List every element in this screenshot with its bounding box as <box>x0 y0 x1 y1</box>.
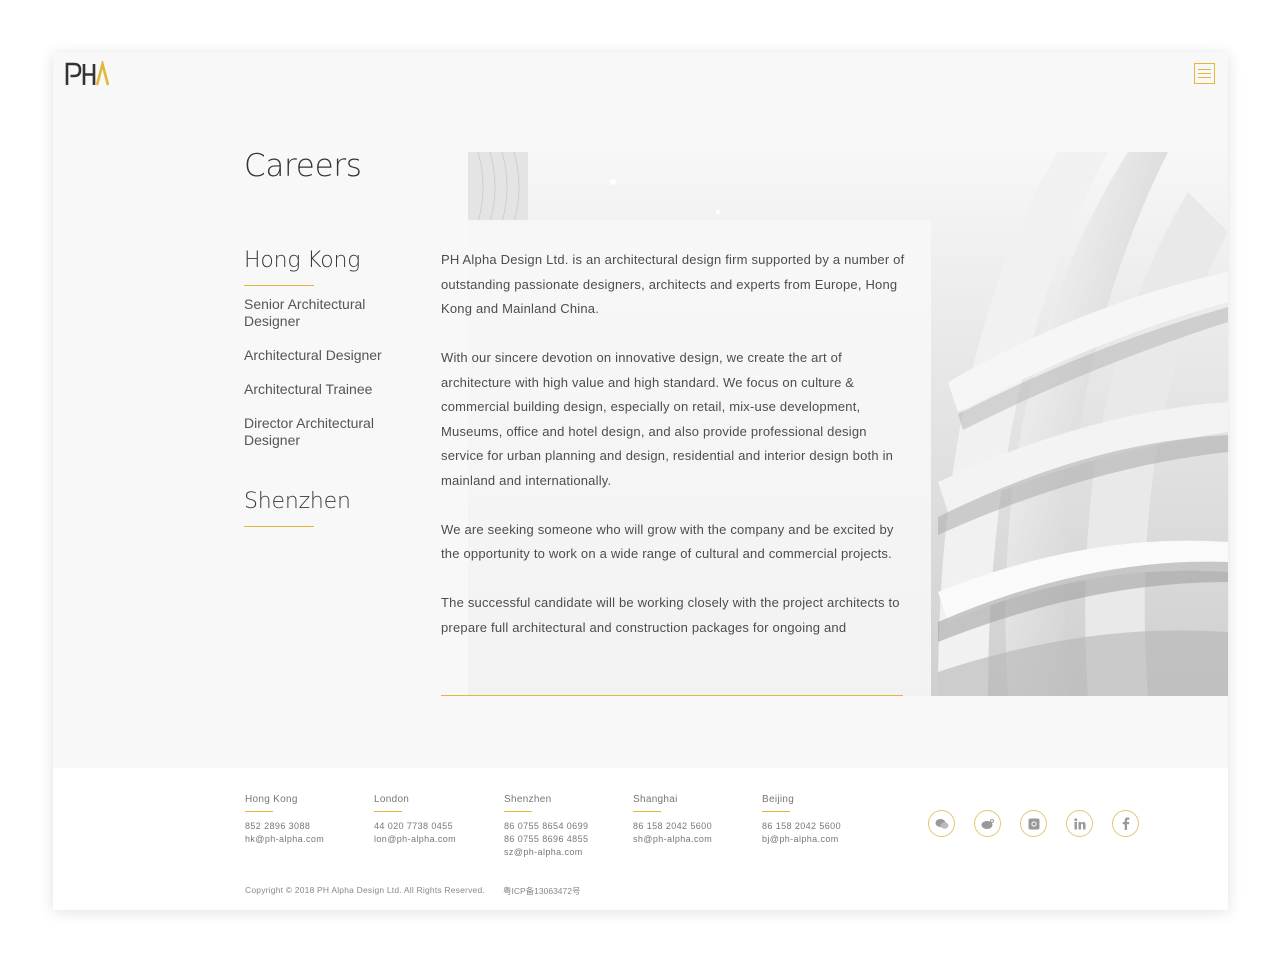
linkedin-icon[interactable] <box>1066 810 1093 837</box>
office-underline <box>245 811 273 812</box>
social-links <box>928 810 1139 837</box>
job-link-architectural-trainee[interactable]: Architectural Trainee <box>244 381 414 398</box>
office-phone: 86 158 2042 5600 <box>762 821 841 831</box>
city-underline <box>244 285 314 286</box>
office-underline <box>762 811 790 812</box>
facebook-icon[interactable] <box>1112 810 1139 837</box>
office-email[interactable]: hk@ph-alpha.com <box>245 833 365 846</box>
description-paragraph: We are seeking someone who will grow wit… <box>441 521 894 562</box>
office-phone: 86 0755 8696 4855 <box>504 834 589 844</box>
career-description-panel: PH Alpha Design Ltd. is an architectural… <box>415 220 931 696</box>
office-underline <box>374 811 402 812</box>
office-phone: 86 0755 8654 0699 <box>504 821 589 831</box>
office-name: London <box>374 794 410 805</box>
office-email[interactable]: sz@ph-alpha.com <box>504 846 624 859</box>
page-frame: Careers Hong Kong Senior Architectural D… <box>53 52 1228 910</box>
copyright-text: Copyright © 2018 PH Alpha Design Ltd. Al… <box>245 885 485 895</box>
city-section-shenzhen: Shenzhen <box>244 489 414 527</box>
job-link-senior-architectural-designer[interactable]: Senior Architectural Designer <box>244 296 414 330</box>
office-name: Hong Kong <box>245 794 298 805</box>
city-underline <box>244 526 314 527</box>
job-list: Senior Architectural Designer Architectu… <box>244 296 414 449</box>
office-email[interactable]: bj@ph-alpha.com <box>762 833 882 846</box>
office-shanghai: Shanghai 86 158 2042 5600 sh@ph-alpha.co… <box>633 794 753 846</box>
office-hong-kong: Hong Kong 852 2896 3088 hk@ph-alpha.com <box>245 794 365 846</box>
icp-license[interactable]: 粤ICP备13063472号 <box>503 885 581 897</box>
site-footer: Hong Kong 852 2896 3088 hk@ph-alpha.com … <box>53 768 1228 910</box>
office-london: London 44 020 7738 0455 lon@ph-alpha.com <box>374 794 494 846</box>
office-beijing: Beijing 86 158 2042 5600 bj@ph-alpha.com <box>762 794 882 846</box>
panel-divider <box>441 695 903 696</box>
page-title: Careers <box>244 148 362 184</box>
job-link-architectural-designer[interactable]: Architectural Designer <box>244 347 414 364</box>
office-shenzhen: Shenzhen 86 0755 8654 0699 86 0755 8696 … <box>504 794 624 859</box>
city-heading[interactable]: Hong Kong <box>244 248 414 273</box>
office-name: Shenzhen <box>504 794 552 805</box>
wechat-icon[interactable] <box>928 810 955 837</box>
description-paragraph: The successful candidate will be working… <box>441 595 900 635</box>
description-paragraph: With our sincere devotion on innovative … <box>441 350 894 488</box>
weibo-icon[interactable] <box>974 810 1001 837</box>
office-underline <box>504 811 532 812</box>
careers-sidebar: Hong Kong Senior Architectural Designer … <box>244 248 414 527</box>
office-underline <box>633 811 661 812</box>
hamburger-icon[interactable] <box>1194 63 1215 84</box>
office-phone: 86 158 2042 5600 <box>633 821 712 831</box>
office-phone: 852 2896 3088 <box>245 821 311 831</box>
pha-logo[interactable] <box>65 61 109 87</box>
office-name: Beijing <box>762 794 795 805</box>
logo-mark <box>65 61 109 86</box>
city-section-hong-kong: Hong Kong Senior Architectural Designer … <box>244 248 414 449</box>
city-heading[interactable]: Shenzhen <box>244 489 414 514</box>
office-phone: 44 020 7738 0455 <box>374 821 453 831</box>
job-link-director-architectural-designer[interactable]: Director Architectural Designer <box>244 415 414 449</box>
office-name: Shanghai <box>633 794 678 805</box>
description-paragraph: PH Alpha Design Ltd. is an architectural… <box>441 252 905 316</box>
office-email[interactable]: lon@ph-alpha.com <box>374 833 494 846</box>
office-email[interactable]: sh@ph-alpha.com <box>633 833 753 846</box>
instagram-icon[interactable] <box>1020 810 1047 837</box>
